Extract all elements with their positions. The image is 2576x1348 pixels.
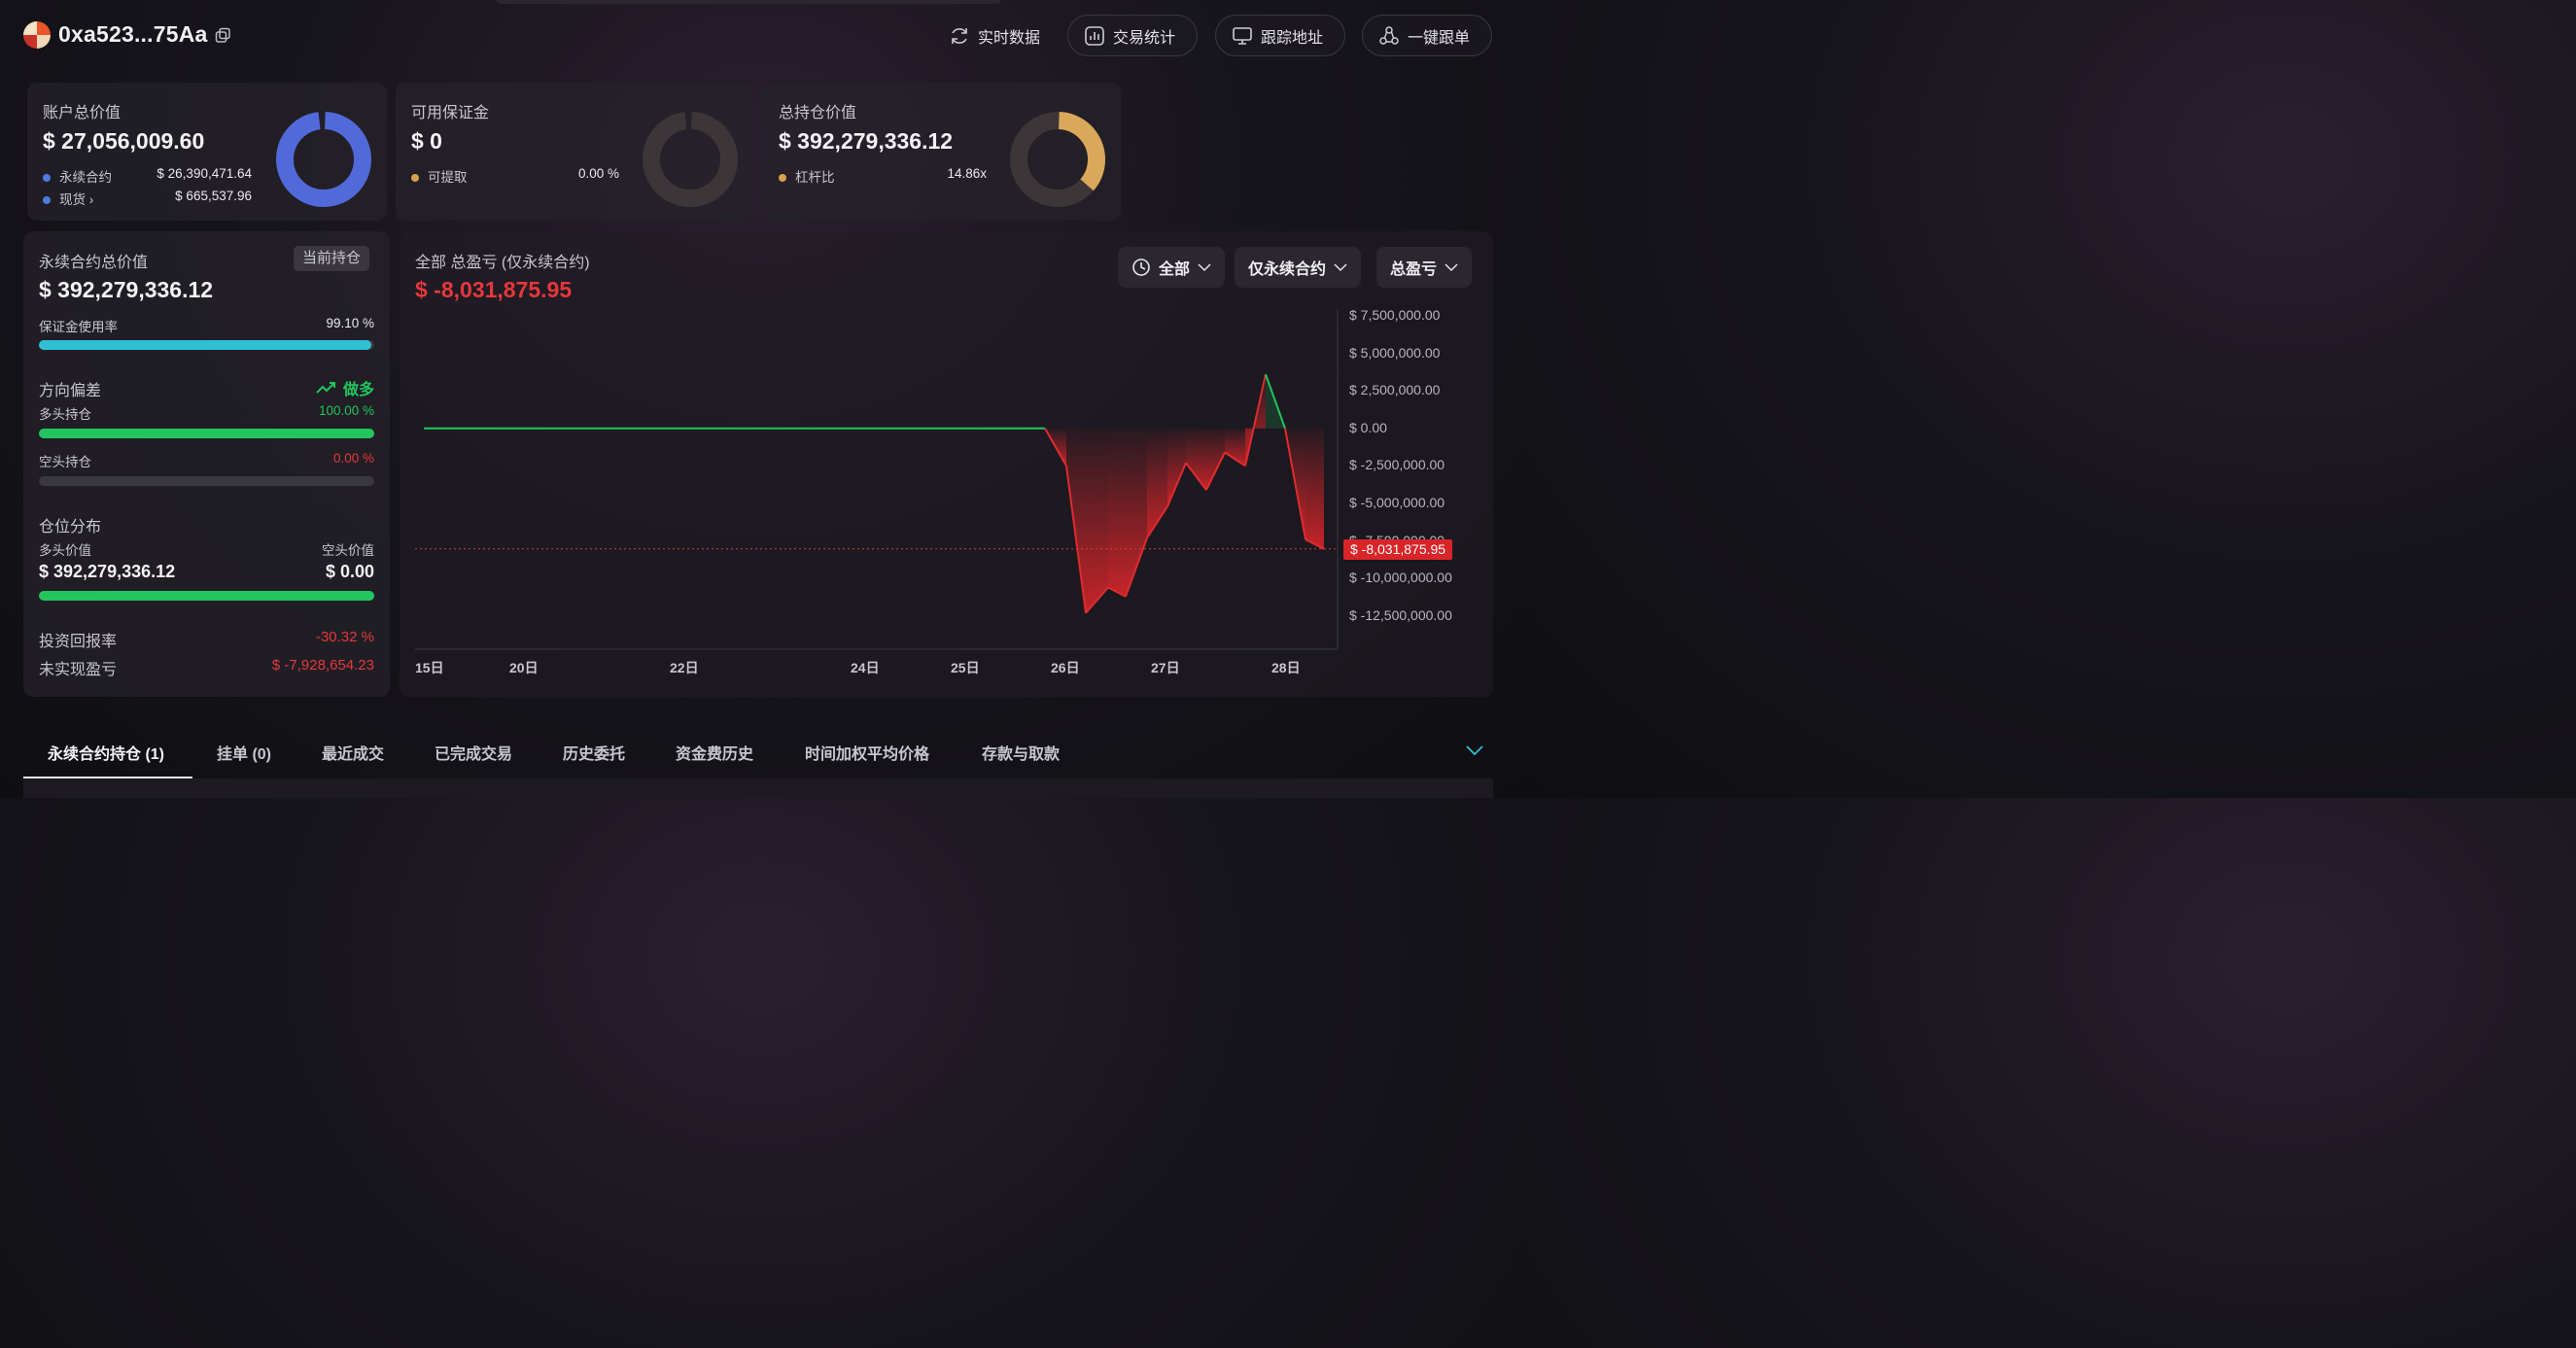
- y-tick-label: $ -5,000,000.00: [1349, 495, 1445, 510]
- x-tick-label: 20日: [509, 660, 539, 675]
- pnl-area-fill: [1108, 428, 1126, 597]
- tab-6[interactable]: 时间加权平均价格: [805, 741, 929, 764]
- y-tick-label: $ -2,500,000.00: [1349, 457, 1445, 473]
- x-tick-label: 25日: [951, 660, 980, 675]
- pnl-area-fill: [1305, 428, 1324, 549]
- y-tick-label: $ 0.00: [1349, 419, 1387, 435]
- y-tick-label: $ -10,000,000.00: [1349, 570, 1452, 586]
- x-tick-label: 27日: [1151, 660, 1180, 675]
- x-tick-label: 15日: [415, 660, 444, 675]
- x-tick-label: 28日: [1271, 660, 1301, 675]
- chevron-down-icon[interactable]: [1466, 745, 1483, 757]
- tab-3[interactable]: 已完成交易: [435, 741, 512, 764]
- y-tick-label: $ -12,500,000.00: [1349, 606, 1452, 623]
- y-tick-label: $ 7,500,000.00: [1349, 307, 1441, 323]
- tab-1[interactable]: 挂单 (0): [217, 741, 271, 764]
- pnl-area-fill: [1086, 428, 1108, 613]
- tab-4[interactable]: 历史委托: [563, 741, 625, 764]
- tab-5[interactable]: 资金费历史: [676, 741, 753, 764]
- tab-7[interactable]: 存款与取款: [982, 741, 1060, 764]
- x-tick-label: 22日: [670, 660, 699, 675]
- pnl-area-fill: [1126, 428, 1147, 597]
- y-tick-label: $ 2,500,000.00: [1349, 382, 1441, 398]
- current-value-label: $ -8,031,875.95: [1343, 538, 1453, 560]
- tab-0[interactable]: 永续合约持仓 (1): [48, 741, 164, 764]
- x-tick-label: 24日: [851, 660, 880, 675]
- pnl-area-fill: [1186, 428, 1206, 491]
- table-header-strip: [23, 778, 1493, 798]
- x-tick-label: 26日: [1051, 660, 1080, 675]
- pnl-line-chart: [415, 309, 1339, 650]
- tab-2[interactable]: 最近成交: [322, 741, 384, 764]
- y-tick-label: $ 5,000,000.00: [1349, 344, 1441, 361]
